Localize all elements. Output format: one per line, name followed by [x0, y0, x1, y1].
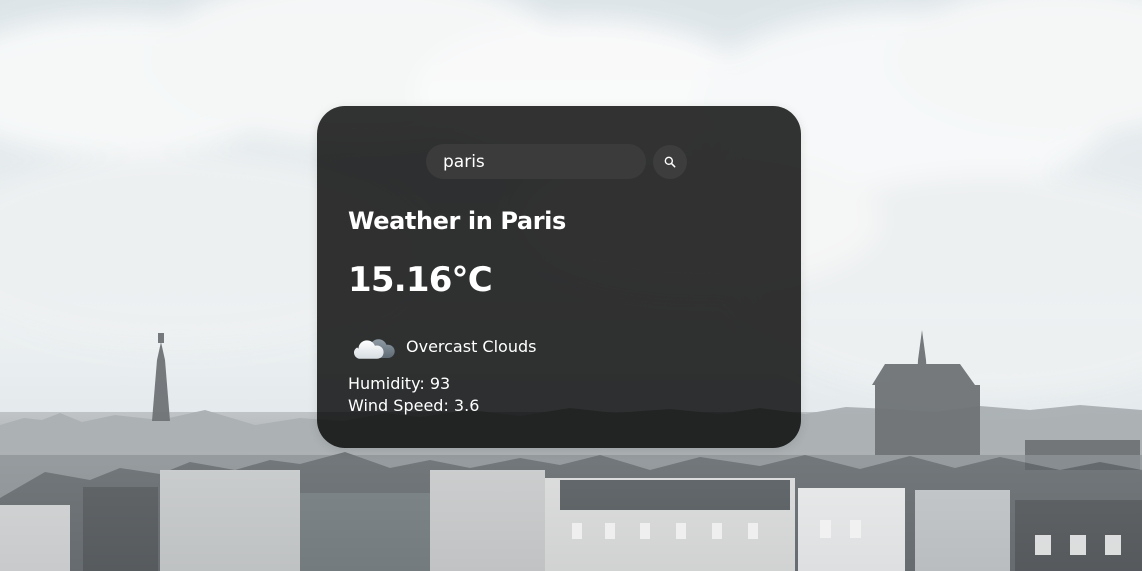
search-input[interactable] — [426, 144, 646, 179]
cloud-icon — [354, 339, 395, 359]
weather-condition-label: Overcast Clouds — [406, 337, 537, 356]
weather-condition-row: Overcast Clouds — [352, 333, 536, 361]
weather-app-page: Weather in Paris 15.16°C Overcast Clo — [0, 0, 1142, 571]
humidity-text: Humidity: 93 — [348, 374, 451, 393]
wind-speed-text: Wind Speed: 3.6 — [348, 396, 480, 415]
weather-card: Weather in Paris 15.16°C Overcast Clo — [317, 106, 801, 448]
weather-location-title: Weather in Paris — [348, 207, 566, 235]
temperature-value: 15.16°C — [348, 260, 493, 300]
search-bar — [426, 144, 687, 179]
search-button[interactable] — [653, 144, 687, 179]
search-icon — [664, 156, 676, 167]
search-input-wrapper — [426, 144, 646, 179]
